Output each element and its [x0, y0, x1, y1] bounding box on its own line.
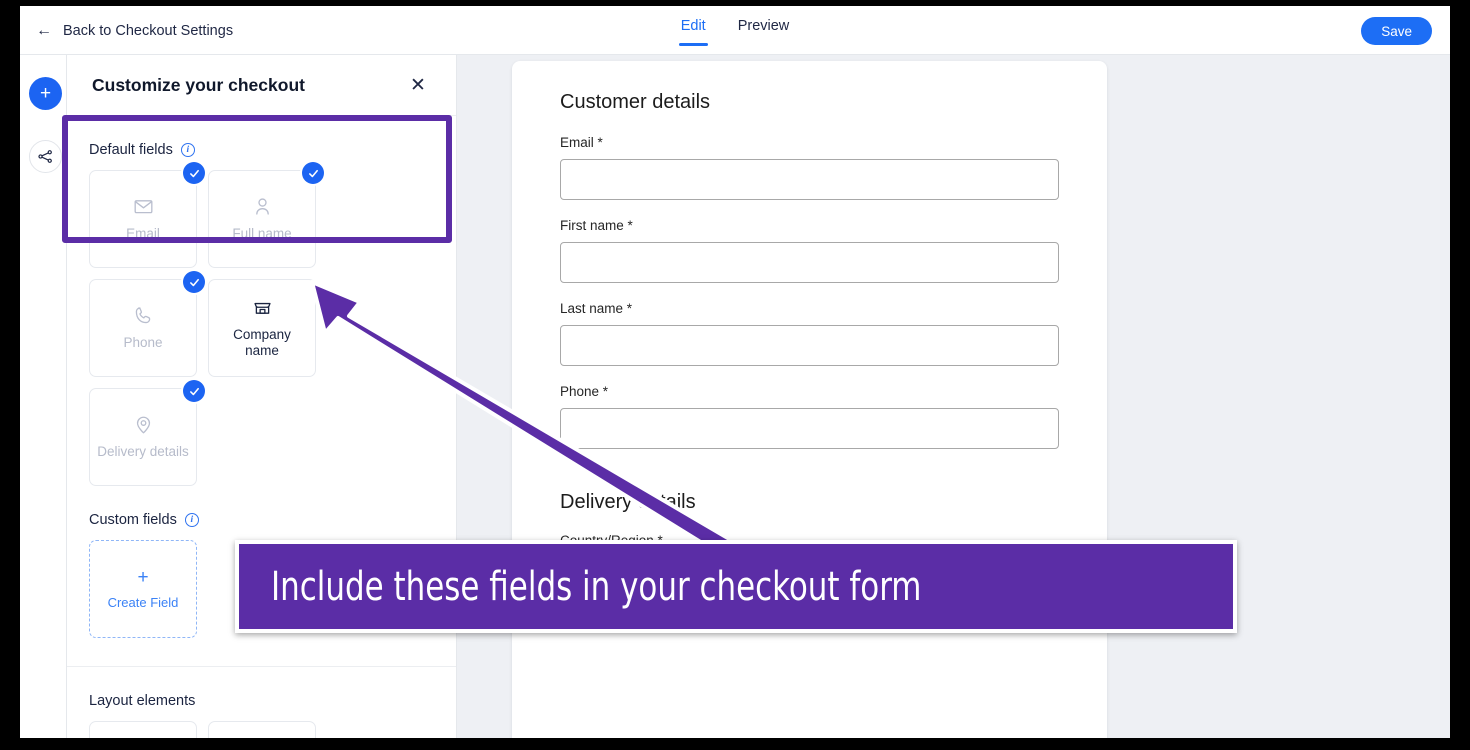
location-pin-icon: [136, 416, 150, 434]
checkmark-badge-full-name[interactable]: [302, 162, 324, 184]
field-card-full-name-label: Full name: [232, 225, 292, 241]
share-button[interactable]: [29, 140, 62, 173]
customize-checkout-panel: Customize your checkout ✕ Default fields…: [67, 55, 457, 738]
check-icon: [308, 169, 318, 177]
check-icon: [189, 387, 199, 395]
app-screen: ← Back to Checkout Settings Edit Preview…: [20, 6, 1450, 738]
annotation-callout-banner: Include these fields in your checkout fo…: [235, 540, 1237, 633]
layout-card-text[interactable]: T Text: [208, 721, 316, 738]
checkmark-badge-email[interactable]: [183, 162, 205, 184]
tab-edit[interactable]: Edit: [678, 18, 708, 46]
plus-icon: +: [137, 567, 149, 588]
checkout-form: Customer details Email * First name * La…: [512, 61, 1107, 598]
person-icon: [255, 198, 269, 215]
add-element-button[interactable]: +: [29, 77, 62, 110]
info-icon[interactable]: i: [184, 513, 199, 527]
field-card-phone[interactable]: Phone: [89, 271, 205, 377]
last-name-input[interactable]: [560, 325, 1059, 366]
layout-elements-label: Layout elements: [89, 693, 196, 709]
create-field-label: Create Field: [107, 595, 179, 610]
email-input[interactable]: [560, 159, 1059, 200]
default-fields-grid: Email Full name Phone Company name Deliv…: [89, 162, 434, 486]
field-card-email-label: Email: [126, 225, 160, 241]
customer-details-heading: Customer details: [560, 91, 711, 113]
phone-input[interactable]: [560, 408, 1059, 449]
tab-edit-label: Edit: [680, 18, 706, 34]
custom-fields-heading: Custom fields i: [89, 486, 434, 540]
layout-elements-section: Layout elements T Header T Text: [67, 667, 456, 738]
first-name-label: First name *: [560, 218, 633, 233]
field-card-email[interactable]: Email: [89, 162, 205, 268]
field-card-phone-label: Phone: [123, 334, 163, 350]
field-card-delivery-details[interactable]: Delivery details: [89, 380, 205, 486]
field-card-full-name[interactable]: Full name: [208, 162, 324, 268]
save-button[interactable]: Save: [1361, 17, 1432, 45]
annotation-callout-text: Include these fields in your checkout fo…: [271, 563, 922, 610]
top-bar: ← Back to Checkout Settings Edit Preview…: [20, 6, 1450, 55]
close-panel-button[interactable]: ✕: [405, 72, 431, 98]
field-card-delivery-details-label: Delivery details: [97, 443, 189, 459]
field-card-company-name[interactable]: Company name: [208, 279, 316, 377]
tab-preview[interactable]: Preview: [736, 18, 792, 46]
close-icon: ✕: [410, 74, 426, 96]
layout-elements-heading: Layout elements: [89, 667, 434, 721]
email-label: Email *: [560, 135, 603, 150]
first-name-input[interactable]: [560, 242, 1059, 283]
default-fields-section: Default fields i Email Full name Phone C…: [67, 116, 456, 486]
left-rail: +: [20, 55, 67, 738]
check-icon: [189, 169, 199, 177]
view-mode-tabs: Edit Preview: [20, 6, 1450, 54]
phone-icon: [135, 307, 150, 324]
phone-label: Phone *: [560, 384, 609, 399]
default-fields-label: Default fields: [89, 142, 173, 158]
delivery-details-heading: Delivery details: [560, 491, 696, 513]
tab-preview-label: Preview: [737, 18, 790, 34]
checkmark-badge-delivery-details[interactable]: [183, 380, 205, 402]
default-fields-heading: Default fields i: [89, 116, 434, 170]
layout-elements-grid: T Header T Text: [89, 721, 434, 738]
field-card-company-name-label: Company name: [233, 326, 291, 358]
custom-fields-label: Custom fields: [89, 512, 177, 528]
panel-header: Customize your checkout ✕: [67, 55, 456, 116]
checkout-preview-card: Customer details Email * First name * La…: [512, 61, 1107, 738]
check-icon: [189, 278, 199, 286]
store-icon: [253, 302, 271, 314]
layout-card-header[interactable]: T Header: [89, 721, 197, 738]
panel-title: Customize your checkout: [92, 74, 305, 95]
info-icon[interactable]: i: [180, 143, 195, 157]
checkmark-badge-phone[interactable]: [183, 271, 205, 293]
share-nodes-icon: [38, 150, 52, 163]
last-name-label: Last name *: [560, 301, 633, 316]
envelope-icon: [134, 199, 152, 214]
create-field-button[interactable]: + Create Field: [89, 540, 197, 638]
plus-icon: +: [39, 83, 52, 104]
